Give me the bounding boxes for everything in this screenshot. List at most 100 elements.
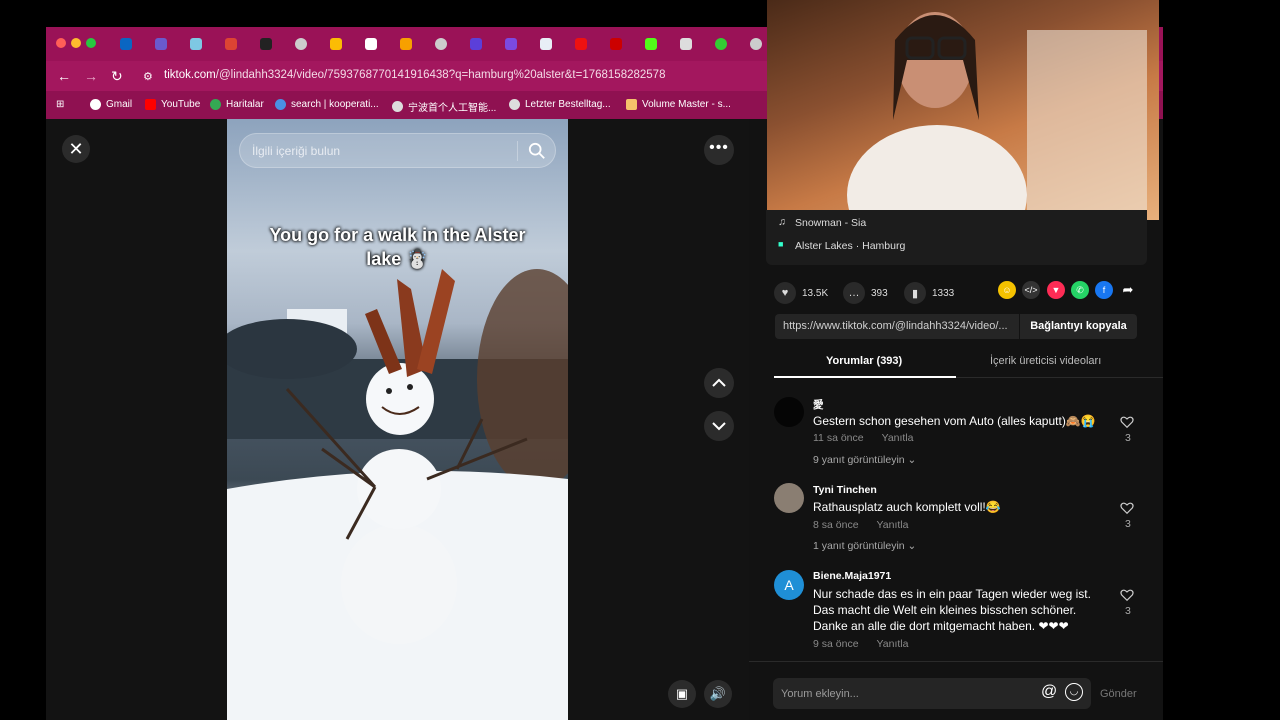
tab-creator-videos[interactable]: İçerik üreticisi videoları [990,355,1101,367]
comment-username[interactable]: Biene.Maja1971 [813,570,891,582]
location-icon: ■ [778,239,784,249]
url-field[interactable]: tiktok.com/@lindahh3324/video/7593768770… [164,69,665,81]
comment-input[interactable]: Yorum ekleyin... @ ◡ [773,678,1091,709]
view-replies-button[interactable]: 9 yanıt görüntüleyin ⌄ [813,454,916,466]
bookmark-label: Letzter Bestelltag... [525,99,611,110]
comment-text: Nur schade das es in ein paar Tagen wied… [813,587,1091,633]
next-video-button[interactable] [704,411,734,441]
bookmark-youtube[interactable]: YouTube [145,99,200,110]
bookmark-volume-master[interactable]: Volume Master - s... [626,99,731,110]
tab-app-icon[interactable] [458,35,493,53]
bookmark-label: search | kooperati... [291,99,379,110]
bookmark-label: YouTube [161,99,201,110]
tab-app-icon[interactable] [143,35,178,53]
location-label[interactable]: Alster Lakes · Hamburg [795,240,905,252]
heart-icon: ♥ [774,282,796,304]
send-button[interactable]: Gönder [1100,688,1137,700]
tab-app-icon[interactable] [178,35,213,53]
comment-username[interactable]: Tyni Tinchen [813,484,877,496]
heart-outline-icon[interactable] [1120,501,1134,515]
previous-video-button[interactable] [704,368,734,398]
bookmark-maps[interactable]: Haritalar [210,99,264,110]
reply-button[interactable]: Yanıtla [877,519,909,531]
save-count: 1333 [932,287,955,299]
bookmark-ningbo[interactable]: 宁波首个人工智能... [392,99,496,114]
floating-player-button[interactable]: ▣ [668,680,696,708]
heart-outline-icon[interactable] [1120,588,1134,602]
site-settings-icon[interactable]: ⚙ [143,70,153,83]
tab-app-icon[interactable] [353,35,388,53]
tab-globe-icon[interactable] [283,35,318,53]
close-window-button[interactable] [56,38,66,48]
tab-app-icon[interactable] [388,35,423,53]
view-replies-button[interactable]: 1 yanıt görüntüleyin ⌄ [813,540,916,552]
tab-app-icon[interactable] [248,35,283,53]
tab-comments[interactable]: Yorumlar (393) [826,355,902,367]
tab-kick-icon[interactable] [633,35,668,53]
tab-app-icon[interactable] [598,35,633,53]
search-divider [517,141,518,161]
bookmark-label: Haritalar [226,99,264,110]
whatsapp-icon[interactable]: ✆ [1071,281,1089,299]
copy-link-button[interactable]: Bağlantıyı kopyala [1019,314,1137,339]
tab-app-icon[interactable] [703,35,738,53]
comment-icon: … [843,282,865,304]
search-icon[interactable] [528,142,546,160]
forward-icon[interactable]: → [84,68,98,84]
snowman-scene [227,269,568,720]
tab-app-icon[interactable] [213,35,248,53]
bookmark-label: 宁波首个人工智能... [408,103,497,114]
comment-meta: 8 sa önce Yanıtla [813,519,908,531]
share-arrow-icon[interactable]: ➦ [1119,281,1137,299]
volume-icon[interactable]: 🔊 [704,680,732,708]
music-title[interactable]: Snowman - Sia [795,217,866,229]
url-path: /@lindahh3324/video/7593768770141916438?… [215,69,666,81]
facebook-icon[interactable]: f [1095,281,1113,299]
mention-icon[interactable]: @ [1041,683,1057,701]
tab-linkedin-icon[interactable] [108,35,143,53]
tab-icons [108,35,773,53]
apps-grid-icon[interactable]: ⊞ [56,99,64,110]
comment-item: A Biene.Maja1971 Nur schade das es in ei… [774,570,1144,660]
close-video-button[interactable]: ✕ [62,135,90,163]
embed-icon[interactable]: </> [1022,281,1040,299]
tab-app-icon[interactable] [493,35,528,53]
comment-button[interactable]: … 393 [843,282,888,304]
more-options-button[interactable]: ••• [704,135,734,165]
reply-button[interactable]: Yanıtla [877,638,909,650]
tab-app-icon[interactable] [528,35,563,53]
chevron-up-icon [712,378,726,387]
webcam-overlay [767,0,1159,220]
comment-item: 愛 Gestern schon gesehen vom Auto (alles … [774,397,1144,472]
bookmark-label: Gmail [106,99,133,110]
share-link-text[interactable]: https://www.tiktok.com/@lindahh3324/vide… [783,320,1018,332]
share-send-icon[interactable]: ▼ [1047,281,1065,299]
reply-button[interactable]: Yanıtla [882,432,914,444]
video-player[interactable]: İlgili içeriği bulun You go for a walk i… [227,119,568,720]
bookmark-search[interactable]: search | kooperati... [275,99,379,110]
related-search-bar[interactable]: İlgili içeriği bulun [239,133,556,168]
caption-line: lake ☃️ [366,249,429,269]
bookmark-letzter[interactable]: Letzter Bestelltag... [509,99,611,110]
comment-username[interactable]: 愛 [813,397,824,412]
tab-drive-icon[interactable] [318,35,353,53]
tab-app-icon[interactable] [563,35,598,53]
back-icon[interactable]: ← [57,68,71,84]
heart-outline-icon[interactable] [1120,415,1134,429]
comment-text: Gestern schon gesehen vom Auto (alles ka… [813,414,1096,428]
reload-icon[interactable]: ↻ [111,68,123,85]
save-button[interactable]: ▮ 1333 [904,282,954,304]
share-friends-icon[interactable]: ☺ [998,281,1016,299]
maximize-window-button[interactable] [86,38,96,48]
minimize-window-button[interactable] [71,38,81,48]
avatar[interactable] [774,397,804,427]
avatar[interactable]: A [774,570,804,600]
like-button[interactable]: ♥ 13.5K [774,282,828,304]
emoji-icon[interactable]: ◡ [1065,683,1083,701]
tab-app-icon[interactable] [668,35,703,53]
like-count: 13.5K [802,287,829,299]
tab-globe-icon[interactable] [423,35,458,53]
avatar[interactable] [774,483,804,513]
music-note-icon: ♫ [778,216,786,228]
bookmark-gmail[interactable]: Gmail [90,99,132,110]
